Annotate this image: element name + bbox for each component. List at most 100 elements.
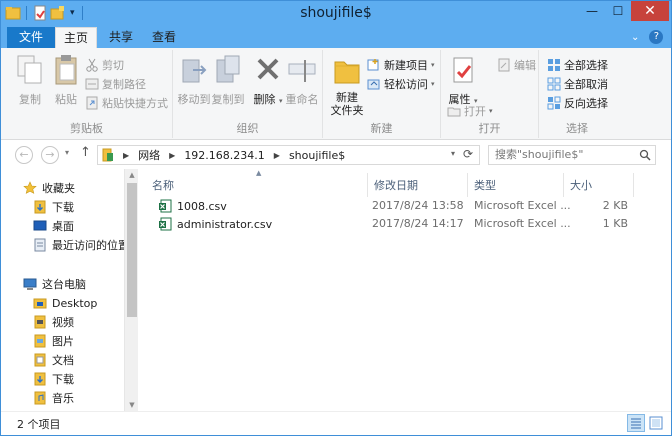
paste-shortcut-button[interactable]: 粘贴快捷方式 [85, 94, 168, 111]
select-all-button[interactable]: 全部选择 [547, 56, 608, 73]
copy-path-button[interactable]: 复制路径 [85, 75, 146, 92]
close-button[interactable]: ✕ [631, 1, 669, 21]
address-history-dropdown[interactable]: ▾ [451, 149, 455, 158]
nav-pc-videos[interactable]: 视频 [33, 313, 74, 331]
delete-label: 删除 ▾ [253, 93, 283, 106]
column-header-date[interactable]: 修改日期 [368, 173, 468, 197]
select-group-label: 选择 [566, 122, 588, 135]
open-button[interactable]: 打开 ▾ [447, 102, 493, 119]
navigation-pane: 收藏夹 下载 桌面 最近访问的位置 这台电脑 Desktop 视频 图片 文档 … [1, 169, 138, 411]
nav-pc-music[interactable]: 音乐 [33, 389, 74, 407]
new-item-label: 新建项目 [384, 58, 428, 72]
star-icon [23, 181, 37, 194]
address-bar[interactable]: ▶ 网络 ▶ 192.168.234.1 ▶ shoujifile$ ▾ ⟳ [97, 145, 480, 165]
tab-view[interactable]: 查看 [143, 27, 185, 48]
breadcrumb-chevron[interactable]: ▶ [274, 151, 280, 160]
nav-fav-downloads[interactable]: 下载 [33, 198, 74, 216]
music-folder-icon [34, 391, 46, 405]
breadcrumb-chevron[interactable]: ▶ [169, 151, 175, 160]
scroll-up-arrow[interactable]: ▲ [125, 171, 139, 179]
move-to-button[interactable]: 移动到 [175, 54, 213, 107]
details-view-button[interactable] [627, 414, 645, 432]
open-group: 属性 ▾ 打开 ▾ 编辑 打开 [441, 50, 539, 138]
breadcrumb-chevron[interactable]: ▶ [123, 151, 129, 160]
delete-button[interactable]: 删除 ▾ [249, 54, 287, 107]
new-group-label: 新建 [370, 122, 393, 135]
move-to-icon [182, 59, 207, 83]
nav-favorites-label: 收藏夹 [42, 182, 75, 195]
refresh-icon[interactable]: ⟳ [463, 147, 473, 161]
nav-scrollbar[interactable]: ▲ ▼ [124, 169, 138, 411]
nav-pc-music-label: 音乐 [52, 392, 74, 405]
scroll-thumb[interactable] [127, 183, 137, 317]
large-icons-view-button[interactable] [647, 414, 665, 432]
invert-selection-label: 反向选择 [564, 96, 608, 110]
new-folder-button[interactable]: 新建 文件夹 [327, 54, 367, 117]
back-button[interactable]: ← [15, 146, 33, 164]
copy-to-button[interactable]: 复制到 [209, 54, 247, 107]
nav-pc-documents-label: 文档 [52, 354, 74, 367]
column-header-size[interactable]: 大小 [564, 173, 634, 197]
breadcrumb-network[interactable]: 网络 [138, 147, 160, 163]
invert-selection-button[interactable]: 反向选择 [547, 94, 608, 111]
scroll-down-arrow[interactable]: ▼ [125, 401, 139, 409]
open-label: 打开 [464, 104, 486, 118]
file-row[interactable]: administrator.csv 2017/8/24 14:17 Micros… [154, 215, 634, 233]
ribbon-controls: ⌄ ? [631, 30, 664, 44]
nav-fav-desktop-label: 桌面 [52, 220, 74, 233]
edit-button[interactable]: 编辑 [497, 56, 536, 73]
easy-access-button[interactable]: 轻松访问 ▾ [367, 75, 435, 92]
paste-button[interactable]: 粘贴 [47, 54, 85, 107]
minimize-button[interactable]: — [579, 1, 605, 21]
organize-group-label: 组织 [236, 122, 259, 135]
breadcrumb-host[interactable]: 192.168.234.1 [184, 149, 264, 162]
recent-locations-dropdown[interactable]: ▾ [65, 148, 69, 157]
copy-path-icon [85, 78, 99, 89]
new-item-button[interactable]: 新建项目 ▾ [367, 56, 435, 73]
move-to-label: 移动到 [177, 93, 211, 106]
copy-button[interactable]: 复制 [11, 54, 49, 107]
tab-home[interactable]: 主页 [55, 27, 97, 48]
search-icon[interactable] [639, 149, 651, 161]
tab-share[interactable]: 共享 [101, 27, 141, 48]
nav-this-pc[interactable]: 这台电脑 [23, 275, 86, 293]
file-name-cell: 1008.csv [158, 199, 227, 213]
search-input[interactable]: 搜索"shoujifile$" [488, 145, 656, 165]
properties-button[interactable]: 属性 ▾ [443, 54, 483, 107]
nav-pc-documents[interactable]: 文档 [33, 351, 74, 369]
pictures-folder-icon [34, 334, 46, 348]
nav-pc-desktop[interactable]: Desktop [33, 294, 97, 312]
easy-access-label: 轻松访问 [384, 77, 428, 91]
videos-folder-icon [34, 315, 46, 329]
nav-fav-recent[interactable]: 最近访问的位置 [33, 236, 129, 254]
ribbon: 复制 粘贴 剪切 复制路径 粘贴快捷方式 剪贴板 移动到 复制到 删除 ▾ 重命… [1, 48, 671, 140]
status-bar: 2 个项目 [1, 411, 671, 435]
column-header-type[interactable]: 类型 [468, 173, 564, 197]
file-size: 2 KB [602, 199, 628, 212]
help-icon[interactable]: ? [649, 30, 664, 44]
rename-icon [288, 60, 316, 82]
excel-file-icon [159, 217, 172, 231]
nav-pc-downloads[interactable]: 下载 [33, 370, 74, 388]
tab-file[interactable]: 文件 [7, 27, 55, 48]
edit-icon [498, 58, 510, 71]
file-row[interactable]: 1008.csv 2017/8/24 13:58 Microsoft Excel… [154, 197, 634, 215]
cut-button[interactable]: 剪切 [85, 56, 124, 73]
window-title: shoujifile$ [300, 5, 372, 21]
select-none-label: 全部取消 [564, 77, 608, 91]
maximize-button[interactable]: ☐ [605, 1, 631, 21]
column-header-name[interactable]: 名称 [146, 173, 368, 197]
rename-button[interactable]: 重命名 [283, 54, 321, 107]
expand-ribbon-icon[interactable]: ⌄ [631, 32, 639, 43]
address-row: ← → ▾ ↑ ▶ 网络 ▶ 192.168.234.1 ▶ shoujifil… [1, 140, 671, 169]
nav-pc-pictures[interactable]: 图片 [33, 332, 74, 350]
nav-favorites[interactable]: 收藏夹 [23, 179, 75, 197]
breadcrumb-share[interactable]: shoujifile$ [289, 149, 345, 162]
nav-fav-desktop[interactable]: 桌面 [33, 217, 74, 235]
nav-fav-downloads-label: 下载 [52, 201, 74, 214]
forward-button[interactable]: → [41, 146, 59, 164]
file-size: 1 KB [602, 217, 628, 230]
up-button[interactable]: ↑ [80, 145, 91, 160]
select-none-button[interactable]: 全部取消 [547, 75, 608, 92]
nav-pc-videos-label: 视频 [52, 316, 74, 329]
